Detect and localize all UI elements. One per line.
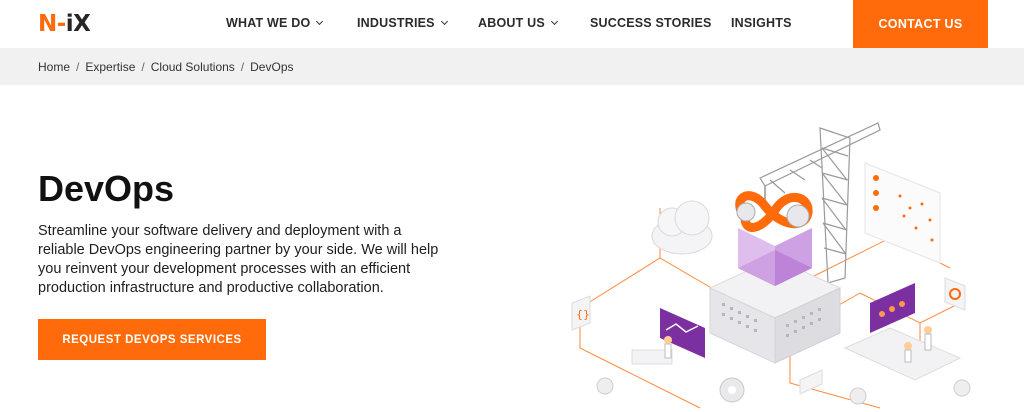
- analytics-screen-right: [843, 283, 962, 381]
- nav-success-stories[interactable]: SUCCESS STORIES: [590, 16, 712, 30]
- nav-about-us[interactable]: ABOUT US: [478, 16, 558, 30]
- breadcrumb-cloud-solutions[interactable]: Cloud Solutions: [151, 60, 235, 74]
- contact-us-button[interactable]: CONTACT US: [853, 0, 988, 48]
- breadcrumb-devops: DevOps: [250, 60, 294, 74]
- n-ix-logo[interactable]: N - iX: [38, 9, 91, 39]
- logo-letters-ix: iX: [65, 11, 91, 37]
- cloud-icon: [651, 200, 713, 255]
- breadcrumb-home[interactable]: Home: [38, 60, 70, 74]
- logo-letter-n: N: [38, 11, 57, 37]
- request-devops-services-button[interactable]: REQUEST DEVOPS SERVICES: [38, 319, 266, 360]
- analytics-screen-left: [631, 308, 705, 365]
- nav-label: SUCCESS STORIES: [590, 16, 712, 30]
- code-icon: {}: [571, 295, 591, 331]
- breadcrumb-bar: Home / Expertise / Cloud Solutions / Dev…: [0, 48, 1024, 85]
- server-block: [708, 228, 842, 364]
- gear-icon: [596, 377, 971, 405]
- nav-industries[interactable]: INDUSTRIES: [357, 16, 448, 30]
- nav-label: ABOUT US: [478, 16, 545, 30]
- chevron-down-icon: [316, 17, 324, 26]
- nav-what-we-do[interactable]: WHAT WE DO: [226, 16, 324, 30]
- breadcrumb-separator: /: [76, 60, 80, 74]
- code-tag-icon: [799, 369, 823, 395]
- nav-label: INDUSTRIES: [357, 16, 435, 30]
- logo-dash: -: [56, 11, 67, 37]
- nav-label: WHAT WE DO: [226, 16, 311, 30]
- page-title: DevOps: [38, 168, 175, 209]
- nav-insights[interactable]: INSIGHTS: [731, 16, 792, 30]
- chevron-down-icon: [440, 17, 448, 26]
- devops-isometric-illustration: {}: [571, 122, 971, 409]
- breadcrumb-separator: /: [141, 60, 145, 74]
- breadcrumb-separator: /: [240, 60, 245, 74]
- breadcrumb-expertise[interactable]: Expertise: [85, 60, 135, 74]
- chevron-down-icon: [550, 17, 558, 26]
- svg-text:{}: {}: [576, 308, 590, 321]
- nav-label: INSIGHTS: [731, 16, 792, 30]
- data-panel: [864, 162, 941, 264]
- site-header: N - iX WHAT WE DO INDUSTRIES ABOUT US SUCC…: [0, 0, 1024, 48]
- settings-icon: [944, 277, 966, 311]
- breadcrumb: Home / Expertise / Cloud Solutions / Dev…: [38, 60, 294, 74]
- hero-description: Streamline your software delivery and de…: [38, 223, 439, 296]
